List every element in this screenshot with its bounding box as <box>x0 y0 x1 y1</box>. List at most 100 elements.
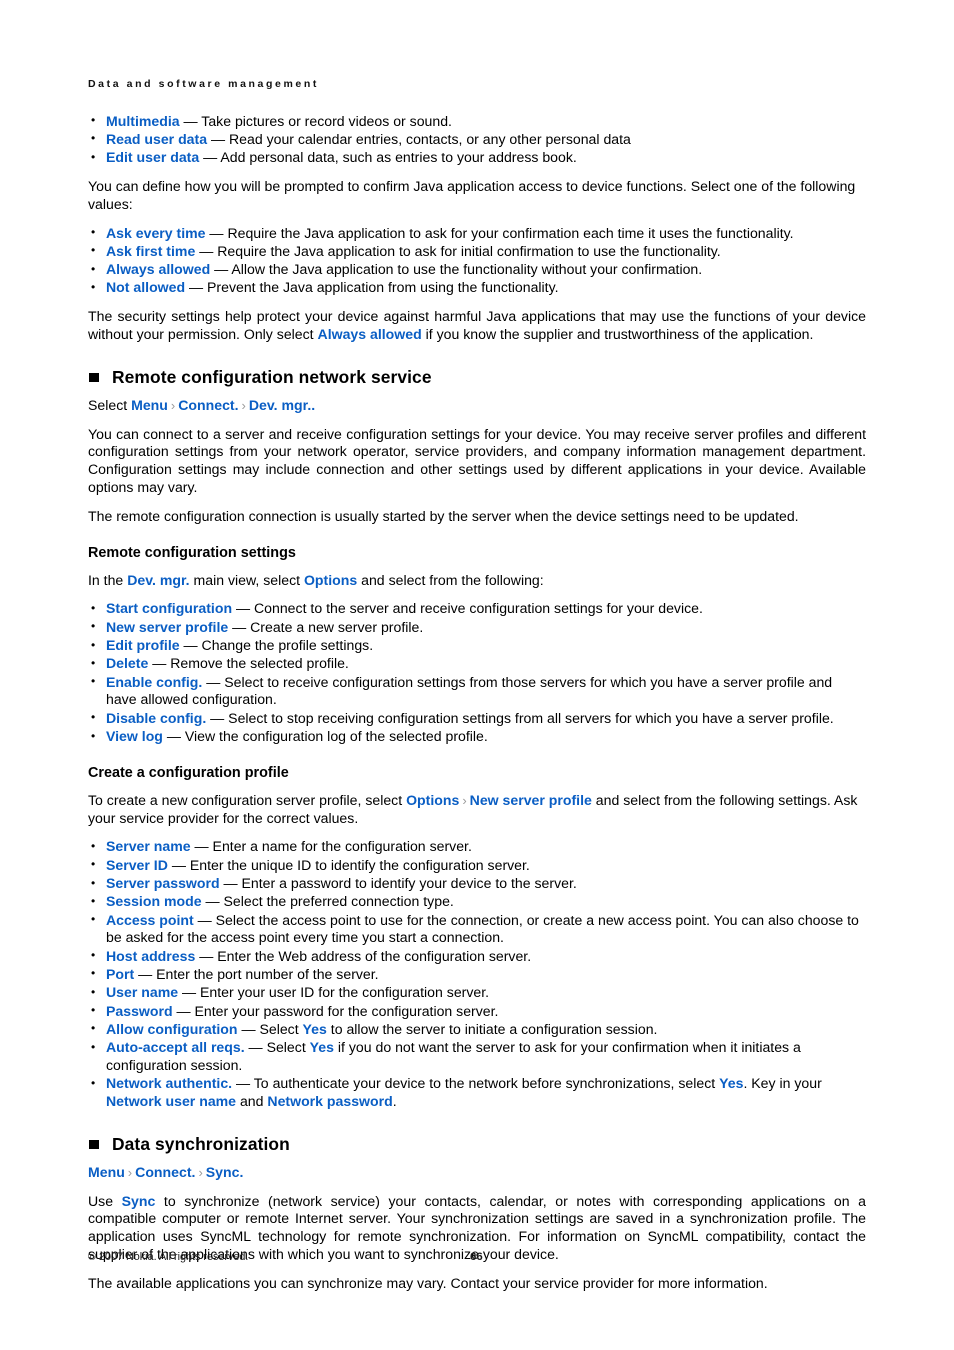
link-sync[interactable]: Sync <box>122 1193 156 1209</box>
security-note-part2: if you know the supplier and trustworthi… <box>421 326 814 343</box>
running-header: Data and software management <box>88 78 319 90</box>
link-read-user-data[interactable]: Read user data <box>106 131 207 147</box>
intro-pre: To create a new configuration server pro… <box>88 791 407 808</box>
list-item-desc: — Select to stop receiving configuration… <box>206 709 834 726</box>
intro-mid: main view, select <box>189 571 304 588</box>
intro-pre: In the <box>88 571 128 588</box>
link-server-id[interactable]: Server ID <box>106 857 168 873</box>
link-server-password[interactable]: Server password <box>106 875 220 891</box>
footer-page-number: 66 <box>470 1251 483 1263</box>
list-item: Session mode — Select the preferred conn… <box>88 893 866 911</box>
link-delete[interactable]: Delete <box>106 655 148 671</box>
list-item: Ask first time — Require the Java applic… <box>88 242 866 261</box>
link-options[interactable]: Options <box>406 792 459 808</box>
breadcrumb-item-dev-mgr[interactable]: Dev. mgr.. <box>249 397 315 413</box>
breadcrumb-item-sync[interactable]: Sync. <box>206 1164 244 1180</box>
list-item: Network authentic. — To authenticate you… <box>88 1075 866 1111</box>
link-start-configuration[interactable]: Start configuration <box>106 600 232 616</box>
link-view-log[interactable]: View log <box>106 728 163 744</box>
link-auto-accept-all-reqs[interactable]: Auto-accept all reqs. <box>106 1039 245 1055</box>
list-item: Auto-accept all reqs. — Select Yes if yo… <box>88 1039 866 1075</box>
list-item-desc: — Enter your password for the configurat… <box>172 1002 499 1019</box>
link-enable-config[interactable]: Enable config. <box>106 674 202 690</box>
list-item-desc-post: . <box>392 1093 397 1110</box>
list-item-desc-post: to allow the server to initiate a config… <box>326 1020 658 1037</box>
link-network-user-name[interactable]: Network user name <box>106 1093 236 1109</box>
create-profile-list: Server name — Enter a name for the confi… <box>88 838 866 1110</box>
link-user-name[interactable]: User name <box>106 984 178 1000</box>
list-item-desc: — Enter a password to identify your devi… <box>219 875 577 891</box>
link-server-name[interactable]: Server name <box>106 838 191 854</box>
list-item-desc: — Require the Java application to ask fo… <box>195 242 721 259</box>
permissions-list: Multimedia — Take pictures or record vid… <box>88 112 866 167</box>
link-yes[interactable]: Yes <box>310 1039 334 1055</box>
link-allow-configuration[interactable]: Allow configuration <box>106 1021 238 1037</box>
list-item: Read user data — Read your calendar entr… <box>88 130 866 149</box>
list-item-desc: — Read your calendar entries, contacts, … <box>207 130 631 147</box>
breadcrumb-select-label: Select <box>88 396 132 413</box>
link-new-server-profile[interactable]: New server profile <box>470 792 592 808</box>
subsection-heading-remote-settings: Remote configuration settings <box>88 544 296 561</box>
list-item: New server profile — Create a new server… <box>88 618 866 637</box>
link-ask-first-time[interactable]: Ask first time <box>106 243 195 259</box>
footer-copyright: © 2007 Nokia. All rights reserved. <box>88 1251 249 1263</box>
list-item-desc: — Create a new server profile. <box>228 618 424 635</box>
breadcrumb-item-connect[interactable]: Connect. <box>178 397 238 413</box>
link-edit-user-data[interactable]: Edit user data <box>106 149 199 165</box>
link-always-allowed-inline[interactable]: Always allowed <box>318 326 422 342</box>
link-dev-mgr[interactable]: Dev. mgr. <box>127 572 189 588</box>
list-item-desc: — Select the access point to use for the… <box>106 911 859 946</box>
list-item-desc: — Enter a name for the configuration ser… <box>190 838 472 855</box>
subsection-heading-create-profile: Create a configuration profile <box>88 764 289 781</box>
list-item: Password — Enter your password for the c… <box>88 1002 866 1021</box>
breadcrumb-item-menu[interactable]: Menu <box>131 397 168 413</box>
list-item: Ask every time — Require the Java applic… <box>88 224 866 243</box>
link-disable-config[interactable]: Disable config. <box>106 710 206 726</box>
chevron-right-icon: › <box>462 792 467 808</box>
remote-config-body-1: You can connect to a server and receive … <box>88 425 866 496</box>
link-ask-every-time[interactable]: Ask every time <box>106 225 206 241</box>
link-port[interactable]: Port <box>106 966 134 982</box>
link-always-allowed[interactable]: Always allowed <box>106 261 210 277</box>
link-access-point[interactable]: Access point <box>106 912 194 928</box>
list-item-desc-pre: — To authenticate your device to the net… <box>232 1075 720 1092</box>
breadcrumb-item-connect[interactable]: Connect. <box>135 1164 195 1180</box>
list-item-desc: — Add personal data, such as entries to … <box>199 149 577 166</box>
list-item-desc: — Enter the Web address of the configura… <box>195 947 532 964</box>
link-network-password[interactable]: Network password <box>267 1093 392 1109</box>
list-item-desc: — Remove the selected profile. <box>148 655 349 672</box>
link-multimedia[interactable]: Multimedia <box>106 113 180 129</box>
link-host-address[interactable]: Host address <box>106 948 195 964</box>
body-pre: Use <box>88 1192 122 1209</box>
list-item: Always allowed — Allow the Java applicat… <box>88 261 866 279</box>
list-item: Delete — Remove the selected profile. <box>88 655 866 673</box>
list-item: Port — Enter the port number of the serv… <box>88 965 866 984</box>
section-heading-text: Data synchronization <box>112 1133 290 1154</box>
link-network-authentic[interactable]: Network authentic. <box>106 1075 232 1091</box>
list-item-desc: — Enter the port number of the server. <box>134 965 379 982</box>
link-edit-profile[interactable]: Edit profile <box>106 637 180 653</box>
list-item: Host address — Enter the Web address of … <box>88 947 866 966</box>
link-options[interactable]: Options <box>304 572 357 588</box>
java-prompt-paragraph: You can define how you will be prompted … <box>88 177 856 212</box>
list-item-desc: — Change the profile settings. <box>179 637 374 654</box>
list-item: Server password — Enter a password to id… <box>88 875 866 893</box>
list-item-desc: — Require the Java application to ask fo… <box>205 224 794 241</box>
link-not-allowed[interactable]: Not allowed <box>106 279 185 295</box>
list-item: Allow configuration — Select Yes to allo… <box>88 1020 866 1039</box>
section-heading-data-synchronization: Data synchronization <box>88 1133 866 1155</box>
list-item-desc: — Take pictures or record videos or soun… <box>179 112 452 129</box>
link-session-mode[interactable]: Session mode <box>106 893 202 909</box>
chevron-right-icon: › <box>198 1164 203 1180</box>
document-page: Data and software management Multimedia … <box>0 0 954 1350</box>
intro-post: and select from the following: <box>357 571 544 588</box>
list-item: Multimedia — Take pictures or record vid… <box>88 112 866 131</box>
link-yes[interactable]: Yes <box>719 1075 743 1091</box>
square-bullet-icon <box>89 1139 99 1150</box>
breadcrumb-data-sync: Menu › Connect. › Sync. <box>88 1164 866 1182</box>
link-new-server-profile[interactable]: New server profile <box>106 619 228 635</box>
link-password[interactable]: Password <box>106 1003 173 1019</box>
link-yes[interactable]: Yes <box>303 1021 327 1037</box>
remote-settings-list: Start configuration — Connect to the ser… <box>88 600 866 745</box>
breadcrumb-item-menu[interactable]: Menu <box>88 1164 125 1180</box>
